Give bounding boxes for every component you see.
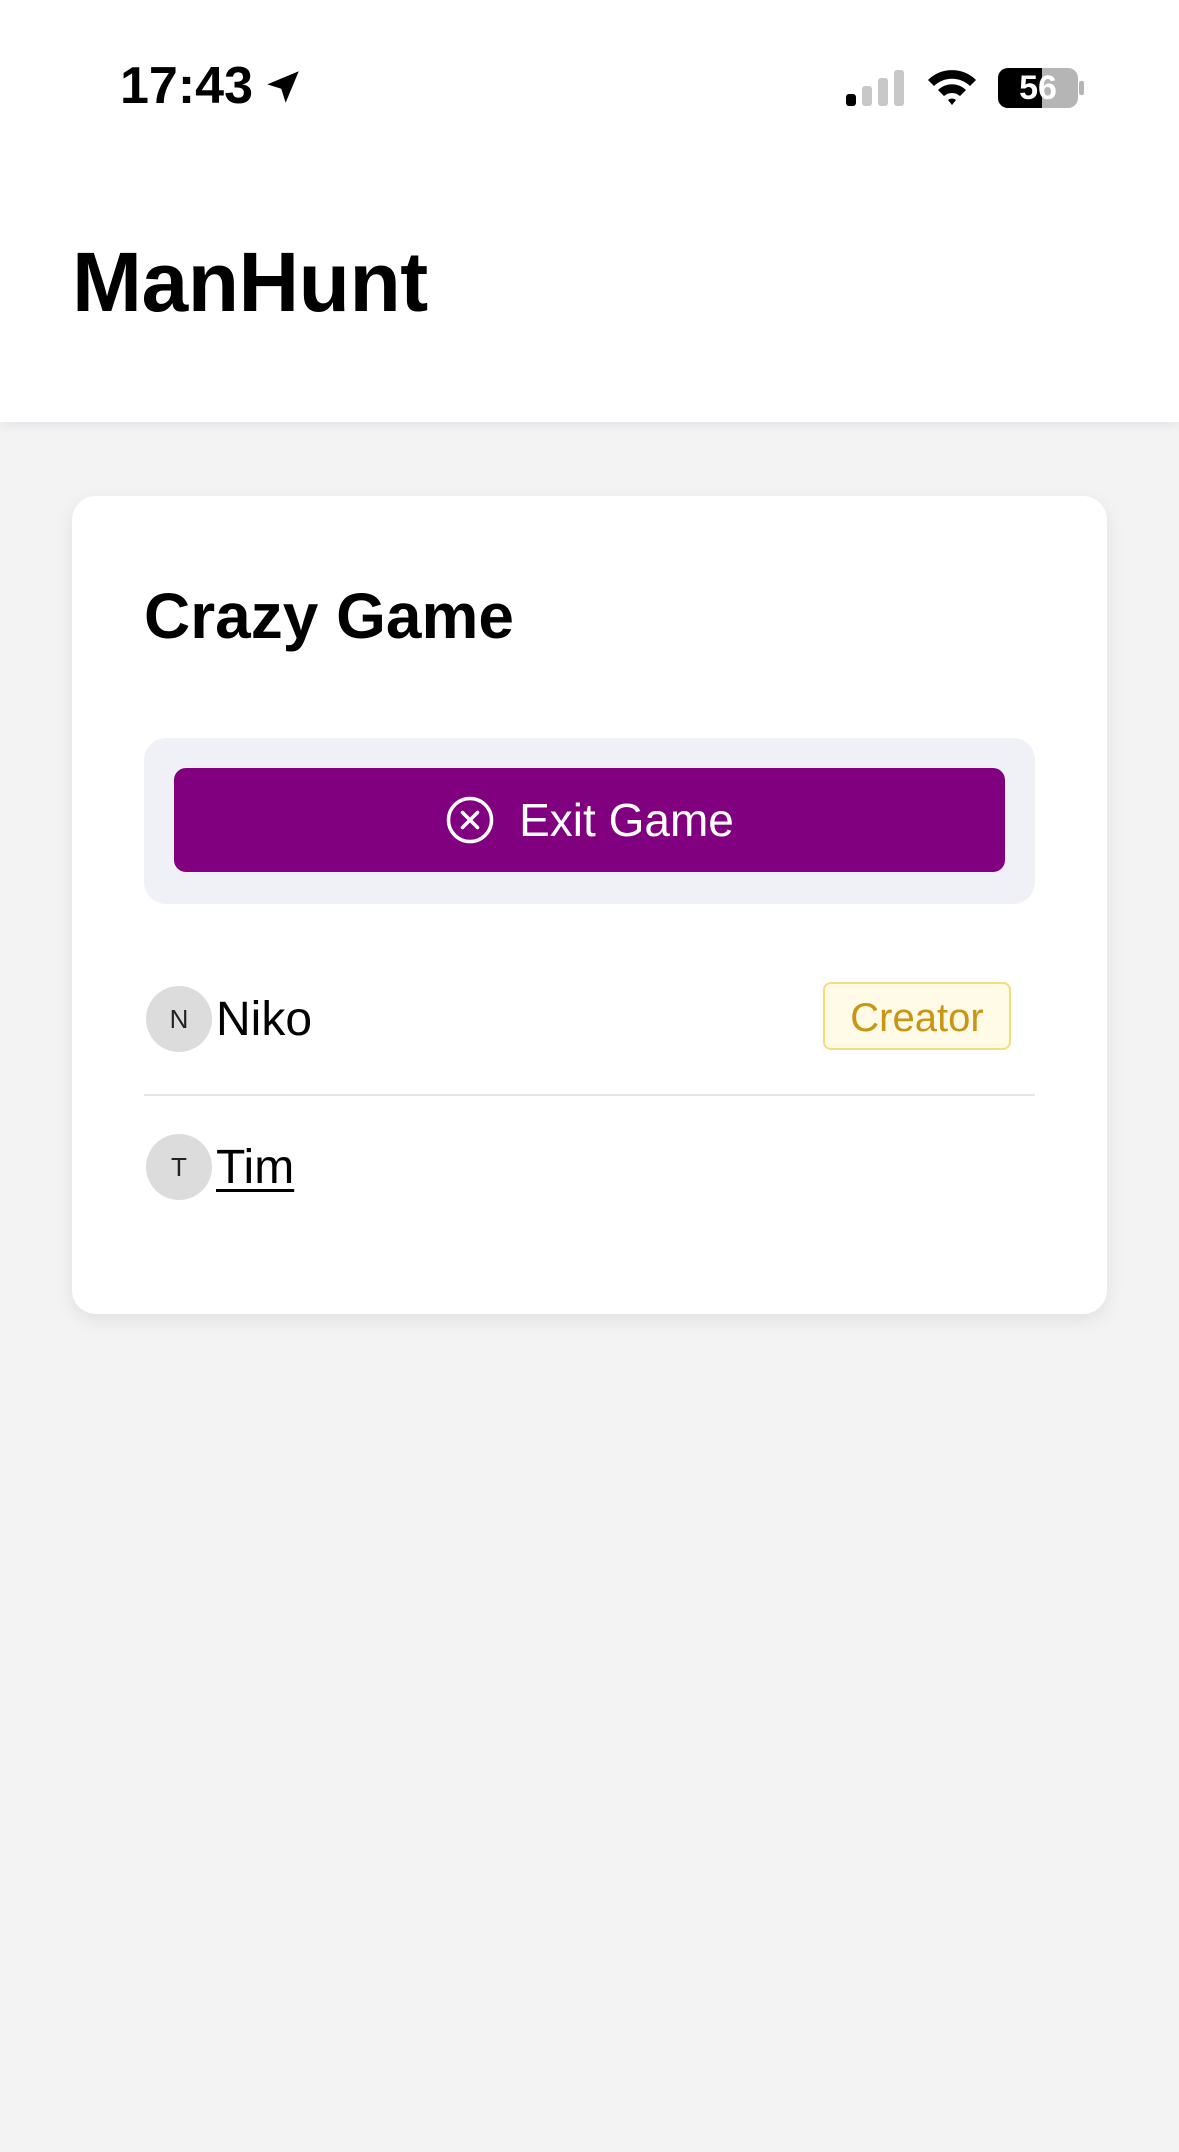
avatar: N xyxy=(146,986,212,1052)
location-arrow-icon xyxy=(267,71,299,103)
player-name-link[interactable]: Tim xyxy=(216,1138,294,1198)
player-row: T Tim xyxy=(144,1096,1035,1242)
header-area: 17:43 56 ManHunt xyxy=(0,0,1179,422)
player-row: N Niko Creator xyxy=(144,948,1035,1096)
wifi-icon xyxy=(928,70,976,105)
game-card: Crazy Game Exit Game N Niko Creator T Ti… xyxy=(72,496,1107,1314)
close-circle-icon xyxy=(446,796,494,844)
status-time: 17:43 xyxy=(120,57,253,115)
avatar: T xyxy=(146,1134,212,1200)
exit-game-label: Exit Game xyxy=(519,794,734,846)
creator-badge: Creator xyxy=(823,982,1011,1050)
status-bar: 17:43 56 xyxy=(0,0,1179,176)
cellular-signal-icon xyxy=(846,70,904,106)
app-title: ManHunt xyxy=(72,235,428,329)
player-name: Niko xyxy=(216,993,313,1046)
exit-button-container: Exit Game xyxy=(144,738,1035,904)
battery-level: 56 xyxy=(1019,69,1057,107)
game-title: Crazy Game xyxy=(144,580,514,652)
exit-game-button[interactable]: Exit Game xyxy=(174,768,1005,872)
